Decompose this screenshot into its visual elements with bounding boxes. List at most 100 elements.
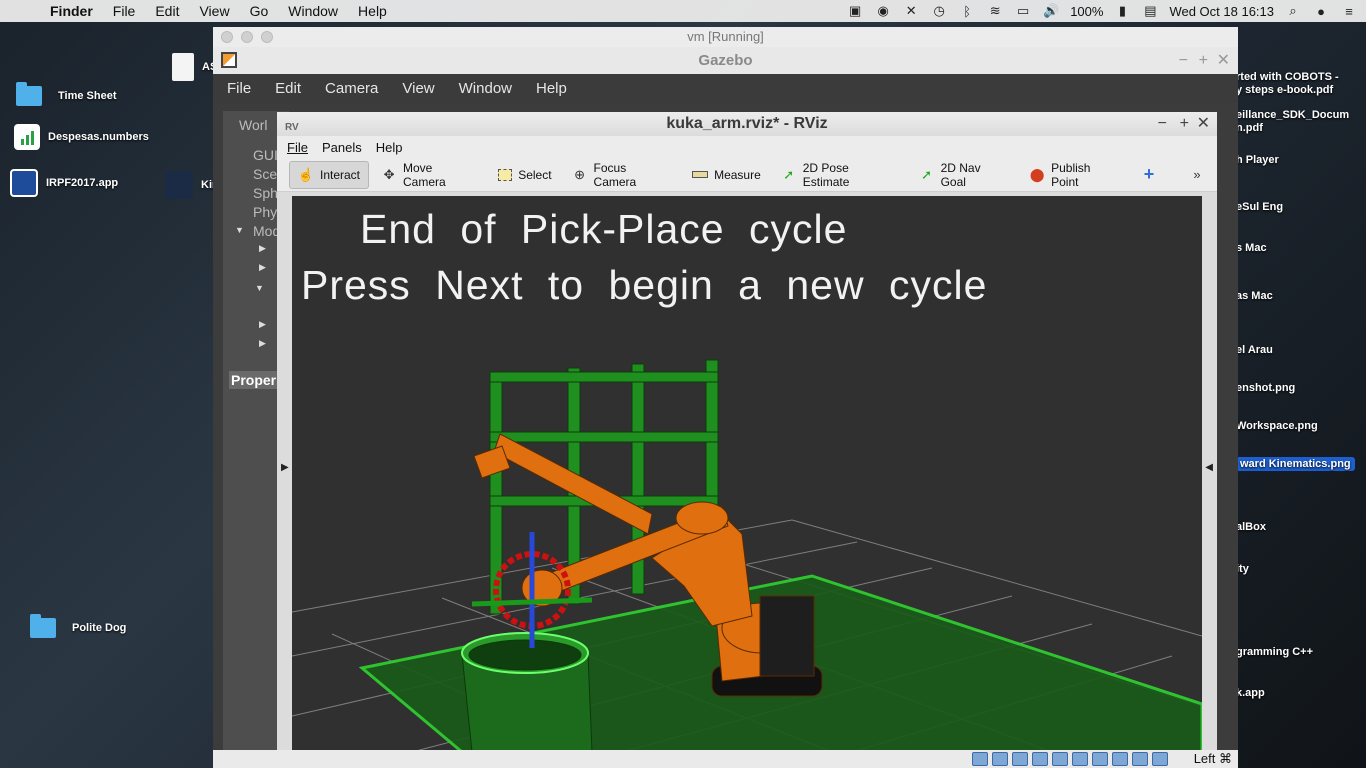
chevron-right-icon[interactable]: ▶ <box>259 338 266 349</box>
minimize-icon[interactable]: − <box>1179 47 1188 74</box>
flag-icon[interactable]: ▤ <box>1141 3 1159 18</box>
gazebo-menu-file[interactable]: File <box>227 80 261 97</box>
clock[interactable]: Wed Oct 18 16:13 <box>1169 4 1274 19</box>
rviz-3d-viewport[interactable]: End of Pick-Place cycle Press Next to be… <box>292 196 1202 752</box>
tool-2d-pose-estimate[interactable]: ➚ 2D Pose Estimate <box>773 161 907 189</box>
chevron-right-icon[interactable]: ▶ <box>259 319 266 330</box>
gazebo-menu-help[interactable]: Help <box>536 80 577 97</box>
desktop-folder-polite-dog[interactable]: Polite Dog <box>30 614 126 638</box>
green-arrow-icon: ➚ <box>783 166 795 182</box>
crosshair-icon: ⊕ <box>574 166 585 182</box>
collapse-right-panel-icon[interactable]: ◀ <box>1205 462 1213 473</box>
rviz-menu-panels[interactable]: Panels <box>322 140 362 155</box>
desktop-label[interactable]: gramming C++ <box>1236 646 1313 658</box>
desktop-label[interactable]: enshot.png <box>1236 382 1295 394</box>
rviz-window: RV kuka_arm.rviz* - RViz − + ✕ File Pane… <box>277 112 1217 752</box>
maximize-icon[interactable]: + <box>1199 47 1208 74</box>
siri-icon[interactable]: ● <box>1312 4 1330 19</box>
harddisk-icon[interactable] <box>972 752 988 766</box>
add-tool-button[interactable]: + <box>1133 161 1165 189</box>
rviz-menu-file[interactable]: File <box>287 140 308 155</box>
collapse-left-panel-icon[interactable]: ▶ <box>281 462 289 473</box>
desktop-label[interactable]: rted with COBOTS - <box>1236 71 1339 83</box>
host-key-label: Left ⌘ <box>1193 751 1232 766</box>
display-icon[interactable] <box>1092 752 1108 766</box>
toolbar-overflow-button[interactable]: » <box>1181 161 1213 189</box>
audio-icon[interactable] <box>1012 752 1028 766</box>
desktop-label-selected[interactable]: ward Kinematics.png <box>1236 457 1355 471</box>
chevron-right-icon[interactable]: ▶ <box>259 243 266 254</box>
desktop-label[interactable]: as Mac <box>1236 290 1273 302</box>
zoom-button[interactable] <box>261 31 273 43</box>
desktop-app-irpf[interactable]: IRPF2017.app <box>10 169 118 197</box>
close-button[interactable] <box>221 31 233 43</box>
minimize-icon[interactable]: − <box>1158 112 1167 136</box>
desktop-label[interactable]: el Arau <box>1236 344 1273 356</box>
spotlight-search-icon[interactable]: ⌕ <box>1284 3 1302 18</box>
chevron-down-icon[interactable]: ▼ <box>255 283 264 293</box>
pdf-file-icon <box>172 53 194 81</box>
desktop-label[interactable]: s Mac <box>1236 242 1267 254</box>
close-icon[interactable]: ✕ <box>1197 112 1210 136</box>
minimize-button[interactable] <box>241 31 253 43</box>
tool-focus-camera[interactable]: ⊕ Focus Camera <box>564 161 681 189</box>
gazebo-menu-view[interactable]: View <box>402 80 444 97</box>
desktop-file-despesas[interactable]: Despesas.numbers <box>14 124 149 150</box>
tool-publish-point[interactable]: ⬤ Publish Point <box>1021 161 1129 189</box>
network-icon[interactable] <box>1032 752 1048 766</box>
tree-item-gui[interactable]: GUI <box>253 147 278 163</box>
wireless-broadcast-icon[interactable]: ◉ <box>874 3 892 18</box>
desktop-label[interactable]: eSul Eng <box>1236 201 1283 213</box>
gazebo-menu-camera[interactable]: Camera <box>325 80 388 97</box>
mouse-integration-icon[interactable] <box>1152 752 1168 766</box>
airplay-icon[interactable]: ▭ <box>1014 3 1032 18</box>
notification-center-icon[interactable]: ≡ <box>1340 4 1358 19</box>
tool-interact[interactable]: ☝ Interact <box>289 160 370 189</box>
rviz-toolbar: ☝ Interact ✥ Move Camera Select ⊕ Focus … <box>277 158 1217 192</box>
tree-item-physics[interactable]: Phy <box>253 204 277 220</box>
shared-folders-icon[interactable] <box>1072 752 1088 766</box>
optical-drive-icon[interactable] <box>992 752 1008 766</box>
chevron-right-icon[interactable]: ▶ <box>259 262 266 273</box>
tool-move-camera[interactable]: ✥ Move Camera <box>373 161 486 189</box>
menu-go[interactable]: Go <box>240 3 279 19</box>
menu-file[interactable]: File <box>103 3 146 19</box>
tree-item-scene[interactable]: Sce <box>253 166 277 182</box>
screen-share-icon[interactable]: ▣ <box>846 3 864 18</box>
desktop-label[interactable]: h Player <box>1236 154 1279 166</box>
gazebo-menu-edit[interactable]: Edit <box>275 80 311 97</box>
time-machine-icon[interactable]: ◷ <box>930 3 948 18</box>
tool-2d-nav-goal[interactable]: ➚ 2D Nav Goal <box>911 161 1018 189</box>
volume-icon[interactable]: 🔊 <box>1042 3 1060 18</box>
overlay-message-line2: Press Next to begin a new cycle <box>301 262 988 308</box>
tool-measure[interactable]: Measure <box>684 161 769 189</box>
desktop-label[interactable]: Workspace.png <box>1236 420 1318 432</box>
desktop-label[interactable]: eillance_SDK_Docum <box>1236 109 1349 121</box>
desktop-label[interactable]: y steps e-book.pdf <box>1236 84 1333 96</box>
cpu-icon[interactable] <box>1132 752 1148 766</box>
desktop-folder-time-sheet[interactable]: Time Sheet <box>16 82 117 106</box>
tab-world[interactable]: Worl <box>239 117 268 133</box>
maximize-icon[interactable]: + <box>1180 112 1189 136</box>
rviz-menu-help[interactable]: Help <box>376 140 403 155</box>
tools-icon[interactable]: ✕ <box>902 3 920 18</box>
desktop-app-kin[interactable]: Kin <box>165 171 219 199</box>
gazebo-menu-window[interactable]: Window <box>459 80 522 97</box>
wifi-icon[interactable]: ≋ <box>986 3 1004 18</box>
menu-finder[interactable]: Finder <box>40 3 103 19</box>
desktop-label[interactable]: alBox <box>1236 521 1266 533</box>
usb-icon[interactable] <box>1052 752 1068 766</box>
tool-select[interactable]: Select <box>490 161 559 189</box>
bluetooth-icon[interactable]: ᛒ <box>958 4 976 19</box>
chevron-down-icon[interactable]: ▼ <box>235 225 244 235</box>
close-icon[interactable]: ✕ <box>1217 47 1230 74</box>
menu-window[interactable]: Window <box>278 3 348 19</box>
battery-icon[interactable]: ▮ <box>1113 3 1131 18</box>
menu-help[interactable]: Help <box>348 3 397 19</box>
desktop-label[interactable]: n.pdf <box>1236 122 1263 134</box>
recording-icon[interactable] <box>1112 752 1128 766</box>
menu-view[interactable]: View <box>189 3 239 19</box>
menu-edit[interactable]: Edit <box>145 3 189 19</box>
desktop-label[interactable]: k.app <box>1236 687 1265 699</box>
tree-item-spherical[interactable]: Sph <box>253 185 278 201</box>
